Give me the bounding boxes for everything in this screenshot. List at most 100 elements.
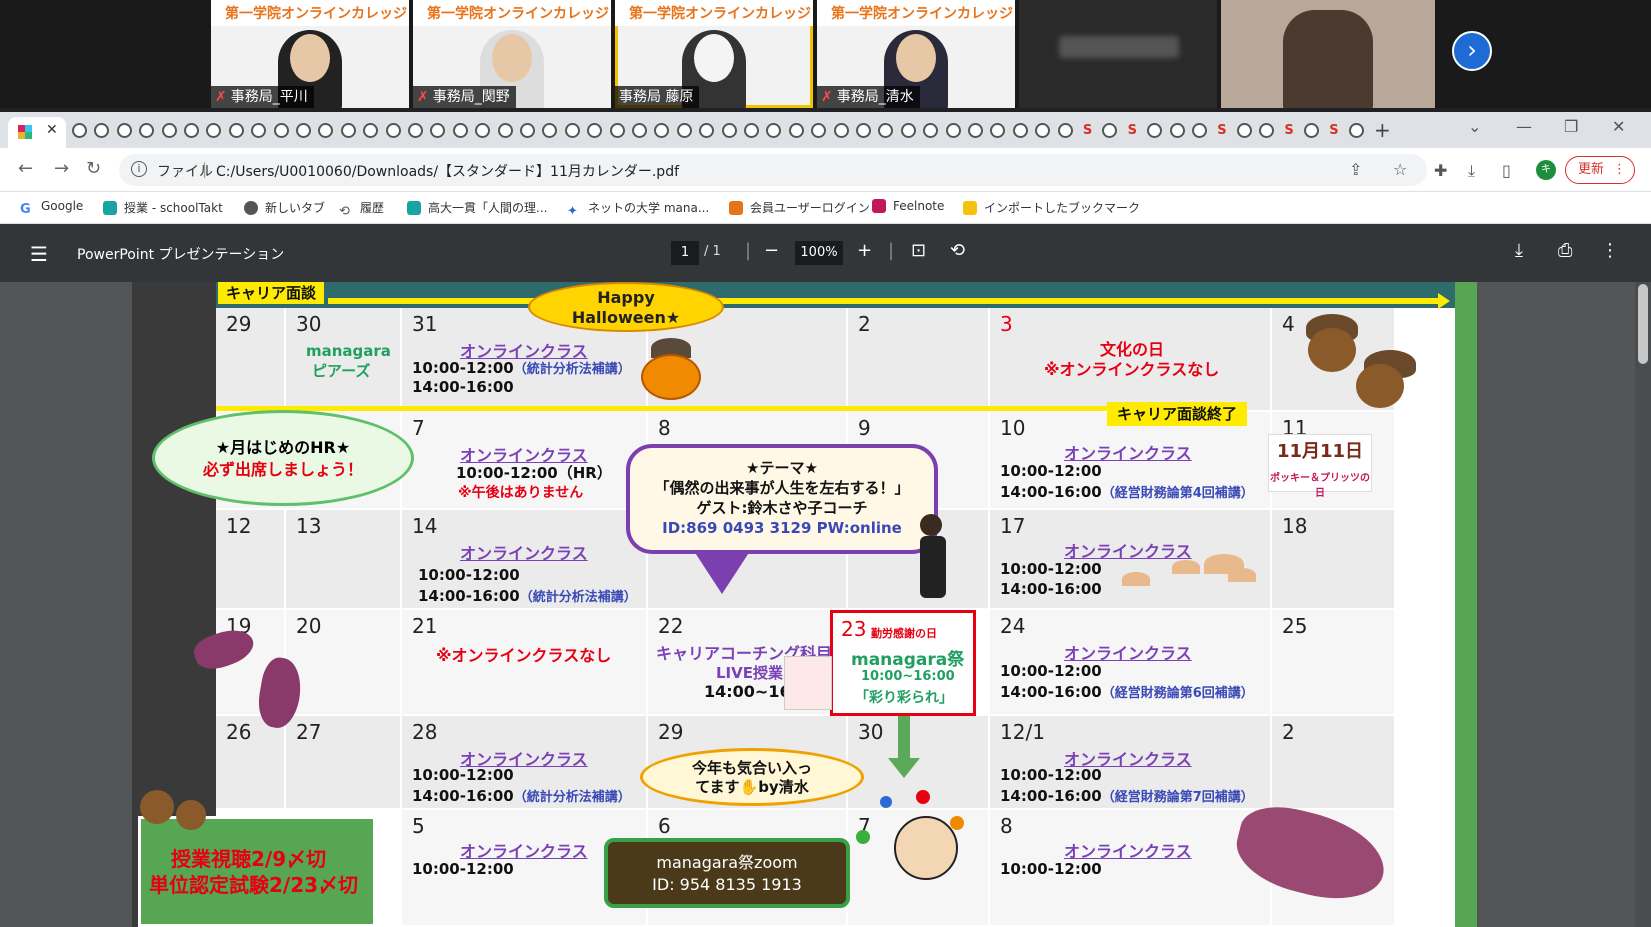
pinned-tab-icon[interactable] xyxy=(788,123,804,138)
online-class-link[interactable]: オンラインクラス xyxy=(460,540,588,564)
video-tile-active-speaker[interactable]: 第一学院オンラインカレッジ 事務局 藤原 xyxy=(615,0,813,108)
bookmark-schooltakt[interactable]: 授業 - schoolTakt xyxy=(103,199,223,216)
pdf-viewport[interactable]: 29 30 managara ピアーズ 31 オンラインクラス 10:00-12… xyxy=(0,282,1651,927)
tab-search-chevron-icon[interactable]: ⌄ xyxy=(1468,117,1481,136)
new-tab-icon[interactable]: + xyxy=(1374,118,1391,142)
hamburger-menu-icon[interactable]: ☰ xyxy=(30,242,48,266)
pinned-tab-icon[interactable] xyxy=(699,123,715,138)
pinned-tab-icon[interactable] xyxy=(766,123,782,138)
online-class-link[interactable]: オンラインクラス xyxy=(1064,538,1192,562)
pinned-tab-icon[interactable] xyxy=(206,123,222,138)
pinned-tab-icon[interactable] xyxy=(273,123,289,138)
profile-avatar[interactable]: キ xyxy=(1536,160,1556,180)
pinned-tab-icon[interactable] xyxy=(1102,123,1118,138)
pinned-tab-icon[interactable] xyxy=(811,123,827,138)
pinned-tab-s-icon[interactable]: S xyxy=(1282,123,1297,138)
pinned-tab-icon[interactable] xyxy=(318,123,334,138)
pinned-tab-icon[interactable] xyxy=(564,123,580,138)
video-tile-blurred[interactable] xyxy=(1221,0,1435,108)
site-info-icon[interactable]: i xyxy=(131,161,147,177)
page-number-input[interactable]: 1 xyxy=(671,241,699,265)
bookmark-imported-folder[interactable]: インポートしたブックマーク xyxy=(963,199,1140,216)
scrollbar-thumb[interactable] xyxy=(1638,284,1648,364)
side-panel-icon[interactable]: ▯ xyxy=(1502,161,1511,180)
pinned-tab-icon[interactable] xyxy=(296,123,311,138)
online-class-link[interactable]: オンラインクラス xyxy=(1064,838,1192,862)
pinned-tab-icon[interactable] xyxy=(587,123,603,138)
address-bar[interactable]: i ファイル | C:/Users/U0010060/Downloads/【スタ… xyxy=(119,154,1427,186)
zoom-out-icon[interactable]: − xyxy=(764,240,779,261)
pinned-tab-icon[interactable] xyxy=(676,123,692,138)
pinned-tab-s-icon[interactable]: S xyxy=(1214,123,1229,138)
pinned-tab-icon[interactable] xyxy=(184,123,199,138)
pinned-tab-icon[interactable] xyxy=(452,123,468,138)
pinned-tab-icon[interactable] xyxy=(1057,123,1073,138)
pinned-tab-icon[interactable] xyxy=(72,123,87,138)
pinned-tab-icon[interactable] xyxy=(340,123,356,138)
update-button[interactable]: 更新 ⋮ xyxy=(1565,156,1635,184)
print-icon[interactable]: ⎙ xyxy=(1558,240,1572,261)
pinned-tab-icon[interactable] xyxy=(251,123,267,138)
pinned-tab-icon[interactable] xyxy=(654,123,670,138)
video-tile[interactable]: 第一学院オンラインカレッジ ✗ 事務局_関野 xyxy=(413,0,611,108)
pinned-tab-icon[interactable] xyxy=(900,123,916,138)
pinned-tab-icon[interactable] xyxy=(94,123,110,138)
pinned-tab-s-icon[interactable]: S xyxy=(1125,123,1140,138)
video-tile[interactable]: 第一学院オンラインカレッジ ✗ 事務局_清水 xyxy=(817,0,1015,108)
close-tab-icon[interactable]: ✕ xyxy=(46,122,58,138)
rotate-icon[interactable]: ⟲ xyxy=(950,240,965,261)
pinned-tab-s-icon[interactable]: S xyxy=(1080,123,1095,138)
bookmark-history[interactable]: ⟲ 履歴 xyxy=(339,199,384,219)
pinned-tab-s-icon[interactable]: S xyxy=(1326,123,1341,138)
pinned-tab-icon[interactable] xyxy=(721,123,737,138)
more-options-icon[interactable]: ⋮ xyxy=(1601,240,1619,261)
bookmark-feelnote[interactable]: Feelnote xyxy=(872,199,944,213)
pinned-tab-icon[interactable] xyxy=(744,123,759,138)
reload-icon[interactable]: ↻ xyxy=(86,158,101,179)
pinned-tab-icon[interactable] xyxy=(1236,123,1252,138)
bookmark-managara[interactable]: ✦ ネットの大学 mana... xyxy=(567,199,709,219)
pinned-tab-icon[interactable] xyxy=(116,123,132,138)
pinned-tab-icon[interactable] xyxy=(968,123,983,138)
bookmark-google[interactable]: G Google xyxy=(20,199,83,217)
pdf-scrollbar[interactable] xyxy=(1635,282,1651,927)
pinned-tab-icon[interactable] xyxy=(385,123,401,138)
pinned-tab-icon[interactable] xyxy=(139,123,155,138)
pinned-tab-icon[interactable] xyxy=(363,123,379,138)
video-tile-blurred[interactable] xyxy=(1019,0,1217,108)
pinned-tab-icon[interactable] xyxy=(923,123,939,138)
bookmark-star-icon[interactable]: ☆ xyxy=(1393,160,1407,179)
pinned-tab-icon[interactable] xyxy=(1169,123,1185,138)
forward-icon[interactable]: → xyxy=(54,158,69,179)
online-class-link[interactable]: オンラインクラス xyxy=(460,838,588,862)
video-tile[interactable]: 第一学院オンラインカレッジ ✗ 事務局_平川 xyxy=(211,0,409,108)
pinned-tab-icon[interactable] xyxy=(430,123,446,138)
pinned-tab-icon[interactable] xyxy=(1192,123,1207,138)
back-icon[interactable]: ← xyxy=(18,158,33,179)
pinned-tab-icon[interactable] xyxy=(228,123,244,138)
pinned-tab-icon[interactable] xyxy=(408,123,423,138)
share-icon[interactable]: ⇪ xyxy=(1349,160,1362,179)
pinned-tab-icon[interactable] xyxy=(1259,123,1275,138)
restore-icon[interactable]: ❐ xyxy=(1564,117,1578,136)
pinned-tab-icon[interactable] xyxy=(542,123,558,138)
pinned-tab-icon[interactable] xyxy=(497,123,513,138)
bookmark-koudai[interactable]: 高大一貫「人間の理... xyxy=(407,199,547,216)
pinned-tab-icon[interactable] xyxy=(856,123,871,138)
download-icon[interactable]: ⤓ xyxy=(1468,161,1475,181)
pinned-tab-icon[interactable] xyxy=(1147,123,1163,138)
pinned-tab-icon[interactable] xyxy=(990,123,1006,138)
pinned-tab-icon[interactable] xyxy=(1035,123,1051,138)
pinned-tab-icon[interactable] xyxy=(161,123,177,138)
pinned-tab-icon[interactable] xyxy=(475,123,491,138)
pinned-tab-icon[interactable] xyxy=(1348,123,1364,138)
close-window-icon[interactable]: ✕ xyxy=(1612,117,1625,136)
pinned-tab-icon[interactable] xyxy=(609,123,625,138)
pinned-tab-icon[interactable] xyxy=(833,123,849,138)
online-class-link[interactable]: オンラインクラス xyxy=(1064,640,1192,664)
pinned-tab-icon[interactable] xyxy=(1012,123,1028,138)
pinned-tab-icon[interactable] xyxy=(1304,123,1319,138)
next-participants-arrow-icon[interactable]: › xyxy=(1452,31,1492,71)
url-text[interactable]: C:/Users/U0010060/Downloads/【スタンダード】11月カ… xyxy=(216,161,679,181)
bookmark-new-tab[interactable]: 新しいタブ xyxy=(244,199,325,216)
